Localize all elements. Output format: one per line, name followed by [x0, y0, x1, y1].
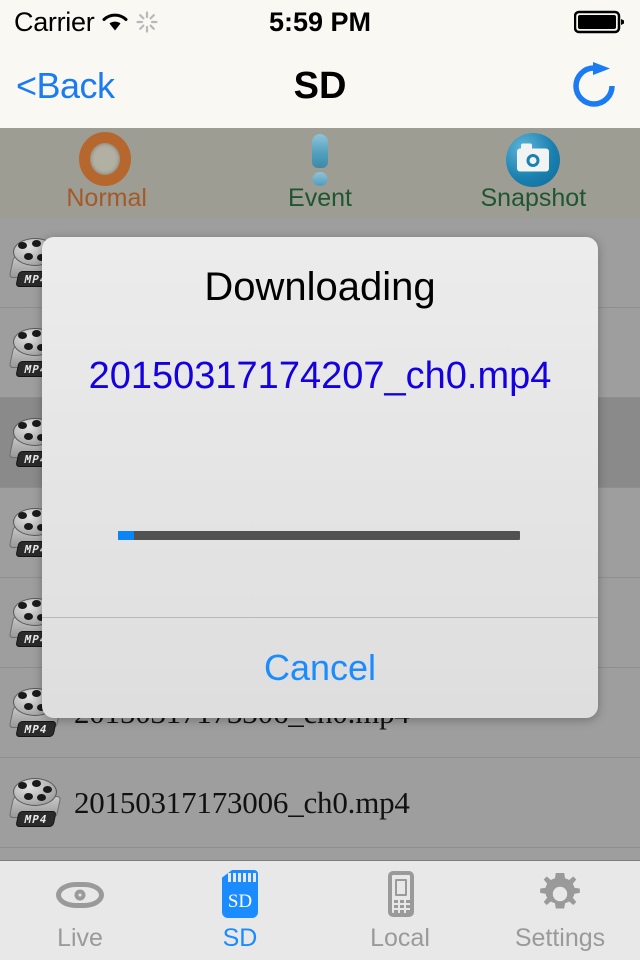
normal-ring-icon [78, 132, 135, 188]
table-row[interactable]: MP4 20150317173006_ch0.mp4 [0, 758, 640, 848]
sd-card-icon: SD [214, 868, 266, 920]
category-label: Event [288, 184, 352, 212]
gear-icon [534, 868, 586, 920]
category-item-snapshot[interactable]: Snapshot [427, 128, 640, 218]
dialog-filename: 20150317174207_ch0.mp4 [88, 355, 552, 397]
category-label: Normal [66, 184, 147, 212]
category-label: Snapshot [480, 184, 587, 212]
battery-full-icon [573, 10, 626, 34]
category-item-event[interactable]: Event [213, 128, 426, 218]
phone-icon [374, 868, 426, 920]
mp4-badge: MP4 [15, 720, 57, 737]
sd-card-glyph-label: SD [227, 891, 253, 912]
status-bar-time: 5:59 PM [268, 6, 372, 37]
snapshot-camera-icon [505, 132, 561, 188]
app-screen: Carrier 5:59 PM <Back SD Normal Event Sn… [0, 0, 640, 960]
cancel-button[interactable]: Cancel [42, 618, 598, 718]
page-title: SD [293, 64, 347, 107]
tab-label: Local [370, 924, 430, 952]
mp4-file-icon: MP4 [8, 774, 66, 832]
download-progress-fill [118, 531, 135, 540]
status-bar-right [573, 10, 626, 34]
eye-icon [54, 868, 106, 920]
download-progress-dialog: Downloading 20150317174207_ch0.mp4 Cance… [42, 237, 598, 718]
status-bar: Carrier 5:59 PM [0, 0, 640, 44]
refresh-icon[interactable] [568, 60, 620, 112]
tab-sd[interactable]: SD SD [160, 861, 320, 960]
tab-label: SD [222, 924, 258, 952]
dialog-title: Downloading [204, 265, 436, 309]
tab-label: Live [57, 924, 103, 952]
tab-settings[interactable]: Settings [480, 861, 640, 960]
navigation-bar: <Back SD [0, 44, 640, 128]
download-progress-bar [118, 531, 520, 540]
category-bar: Normal Event Snapshot [0, 128, 640, 218]
tab-live[interactable]: Live [0, 861, 160, 960]
event-exclamation-icon [292, 132, 348, 188]
file-name-label: 20150317173006_ch0.mp4 [74, 784, 410, 820]
tab-bar: Live SD SD Local Settings [0, 860, 640, 960]
dialog-body: Downloading 20150317174207_ch0.mp4 [42, 237, 598, 617]
category-item-normal[interactable]: Normal [0, 128, 213, 218]
tab-local[interactable]: Local [320, 861, 480, 960]
tab-label: Settings [514, 924, 606, 952]
mp4-badge: MP4 [15, 810, 57, 827]
